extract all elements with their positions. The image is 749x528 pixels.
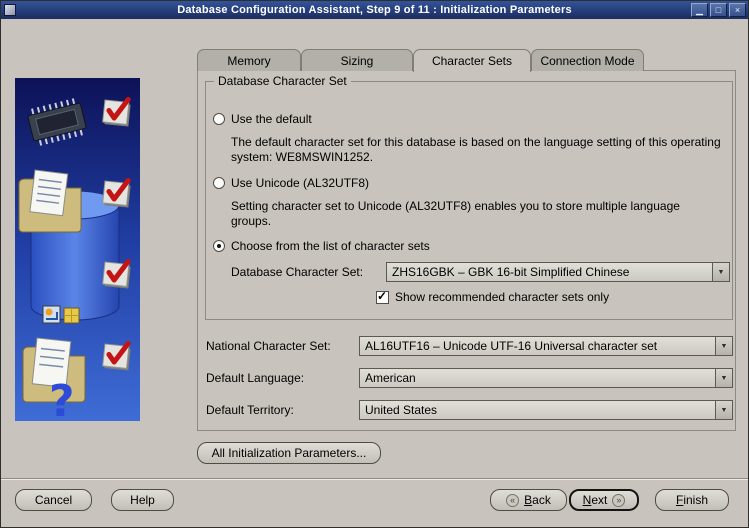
window-controls: ▁ □ ×: [691, 3, 746, 17]
radio-use-unicode-label: Use Unicode (AL32UTF8): [231, 176, 370, 190]
use-unicode-description: Setting character set to Unicode (AL32UT…: [231, 199, 680, 228]
radio-icon: [213, 177, 225, 189]
radio-use-default-label: Use the default: [231, 112, 312, 126]
radio-use-unicode[interactable]: Use Unicode (AL32UTF8): [213, 176, 369, 190]
svg-text:?: ?: [49, 376, 75, 421]
database-character-set-label: Database Character Set:: [231, 265, 364, 279]
use-default-description: The default character set for this datab…: [231, 135, 721, 164]
default-territory-select[interactable]: United States ▼: [359, 400, 733, 420]
next-chevrons-icon: »: [612, 493, 626, 507]
radio-selected-icon: [213, 240, 225, 252]
maximize-button[interactable]: □: [710, 3, 727, 17]
close-button[interactable]: ×: [729, 3, 746, 17]
dropdown-button[interactable]: ▼: [715, 337, 732, 355]
next-button[interactable]: Next »: [569, 489, 639, 511]
dropdown-button[interactable]: ▼: [712, 263, 729, 281]
tab-character-sets[interactable]: Character Sets: [413, 49, 531, 72]
national-character-set-value: AL16UTF16 – Unicode UTF-16 Universal cha…: [365, 339, 658, 353]
default-language-value: American: [365, 371, 416, 385]
back-button[interactable]: « Back: [490, 489, 567, 511]
wizard-artwork: ?: [15, 78, 140, 421]
chevron-down-icon: ▼: [717, 268, 725, 276]
default-language-label: Default Language:: [206, 371, 305, 385]
footer-separator: [1, 478, 748, 480]
finish-label: Finish: [675, 493, 709, 507]
chevron-down-icon: ▼: [720, 342, 728, 350]
radio-choose-from-list-label: Choose from the list of character sets: [231, 239, 430, 253]
default-language-select[interactable]: American ▼: [359, 368, 733, 388]
back-chevrons-icon: «: [506, 493, 520, 507]
radio-icon: [213, 113, 225, 125]
checkmark-icon: ✓: [377, 288, 388, 303]
checkmark-icon: [102, 177, 131, 208]
tab-connection-mode[interactable]: Connection Mode: [531, 49, 644, 71]
checkbox-checked-icon: ✓: [376, 288, 389, 304]
database-character-set-group: Database Character Set Use the default T…: [205, 74, 733, 320]
titlebar: Database Configuration Assistant, Step 9…: [1, 1, 748, 19]
chevron-down-icon: ▼: [720, 374, 728, 382]
checkmark-icon: [102, 96, 131, 127]
finish-button[interactable]: Finish: [655, 489, 729, 511]
close-icon: ×: [734, 5, 741, 15]
maximize-icon: □: [715, 5, 722, 15]
dropdown-button[interactable]: ▼: [715, 401, 732, 419]
show-recommended-label: Show recommended character sets only: [395, 290, 610, 304]
config-icon-2: [63, 307, 80, 324]
default-territory-label: Default Territory:: [206, 403, 294, 417]
tab-sizing[interactable]: Sizing: [301, 49, 413, 71]
dropdown-button[interactable]: ▼: [715, 369, 732, 387]
minimize-icon: ▁: [696, 5, 703, 15]
groupbox-title: Database Character Set: [214, 74, 351, 88]
default-territory-value: United States: [365, 403, 438, 417]
national-character-set-label: National Character Set:: [206, 339, 331, 353]
tab-bar: Memory Sizing Character Sets Connection …: [197, 49, 644, 72]
national-character-set-select[interactable]: AL16UTF16 – Unicode UTF-16 Universal cha…: [359, 336, 733, 356]
config-icons: [42, 305, 61, 324]
minimize-button[interactable]: ▁: [691, 3, 708, 17]
character-sets-panel: Database Character Set Use the default T…: [197, 70, 736, 431]
show-recommended-checkbox[interactable]: ✓ Show recommended character sets only: [376, 288, 610, 304]
cancel-button[interactable]: Cancel: [15, 489, 92, 511]
all-initialization-parameters-label: All Initialization Parameters...: [211, 446, 367, 460]
radio-choose-from-list[interactable]: Choose from the list of character sets: [213, 239, 430, 253]
database-character-set-select[interactable]: ZHS16GBK – GBK 16-bit Simplified Chinese…: [386, 262, 730, 282]
checkmark-icon: [102, 340, 131, 371]
help-button[interactable]: Help: [111, 489, 174, 511]
tab-memory[interactable]: Memory: [197, 49, 301, 71]
help-label: Help: [130, 493, 155, 507]
dbca-window: Database Configuration Assistant, Step 9…: [0, 0, 749, 528]
back-label: Back: [524, 493, 551, 507]
checkmark-icon: [102, 258, 131, 289]
radio-use-default[interactable]: Use the default: [213, 112, 312, 126]
database-character-set-value: ZHS16GBK – GBK 16-bit Simplified Chinese: [392, 265, 630, 279]
window-title: Database Configuration Assistant, Step 9…: [177, 4, 572, 16]
chevron-down-icon: ▼: [720, 406, 728, 414]
cancel-label: Cancel: [34, 493, 73, 507]
next-label: Next: [582, 493, 608, 507]
all-initialization-parameters-button[interactable]: All Initialization Parameters...: [197, 442, 381, 464]
